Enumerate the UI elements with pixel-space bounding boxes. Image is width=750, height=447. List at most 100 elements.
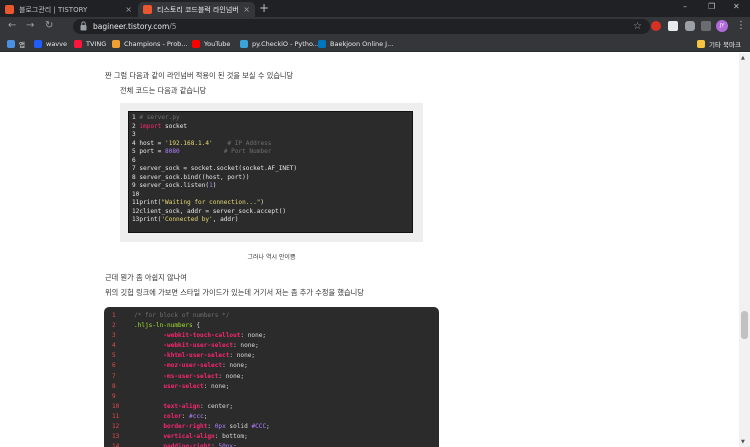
code-token: # Port Number	[223, 148, 272, 155]
code-line: 4 host = '192.168.1.4' # IP Address	[132, 140, 412, 149]
back-icon[interactable]: ←	[8, 19, 16, 33]
bookmark-baekjoon[interactable]: Baekjoon Online J...	[318, 39, 393, 49]
code-line: 3 -webkit-touch-callout: none;	[112, 331, 439, 341]
scrollbar-thumb[interactable]	[741, 311, 748, 339]
code-line: 8 server_sock.bind((host, port))	[132, 174, 412, 183]
forward-icon[interactable]: →	[26, 19, 34, 33]
code-text: /* for block of numbers */	[134, 311, 439, 321]
code-line: 6 -moz-user-select: none;	[112, 361, 439, 371]
extension-gray-icon[interactable]	[701, 21, 711, 31]
line-number: 9	[112, 392, 116, 400]
line-number: 14	[112, 443, 120, 447]
reload-icon[interactable]: ↻	[45, 19, 53, 33]
profile-avatar[interactable]: JY	[716, 20, 728, 32]
bookmark-tving[interactable]: TVING	[74, 39, 106, 49]
code-token: socket	[161, 122, 188, 130]
paragraph: 짠 그럼 다음과 같이 라인넘버 적용이 된 것을 보실 수 있습니당	[105, 71, 294, 80]
css-code-block: 1 /* for block of numbers */ 2 .hljs-ln-num…	[104, 307, 439, 447]
bookmark-champions[interactable]: Champions - Prob...	[112, 39, 188, 49]
tab-strip: 블로그관리 | TISTORY × 티스토리 코드블럭 라인넘버 적용 × + …	[0, 0, 750, 17]
extension-white-icon[interactable]	[668, 21, 678, 31]
bookmark-label: Champions - Prob...	[124, 40, 188, 48]
code-token: , addr)	[212, 216, 239, 223]
code-token: # server.py	[139, 114, 180, 121]
code-token: :	[207, 423, 215, 431]
code-token: solid	[225, 423, 252, 431]
line-number: 2	[132, 122, 136, 130]
bookmark-checkio[interactable]: py.CheckiO - Pytho...	[240, 39, 319, 49]
bookmark-apps[interactable]: 앱	[7, 39, 25, 49]
bookmark-label: 앱	[19, 41, 25, 49]
code-token: color	[163, 412, 182, 420]
line-number: 6	[132, 156, 136, 164]
tistory-favicon-icon	[5, 5, 14, 14]
code-token: import	[139, 122, 162, 130]
code-text: text-align: center;	[134, 402, 439, 412]
code-line: 14 padding-right: 50px;	[112, 442, 439, 447]
close-window-icon[interactable]: ✕	[733, 2, 740, 11]
new-tab-icon[interactable]: +	[259, 2, 269, 15]
line-number: 3	[112, 332, 116, 340]
code-token: -ms-user-select	[163, 372, 219, 380]
bookmark-wavve[interactable]: wavve	[34, 39, 67, 49]
page-scrollbar[interactable]: ▲ ▼	[739, 53, 750, 447]
scroll-up-icon[interactable]: ▲	[741, 55, 745, 61]
bookmark-other-folder[interactable]: 기타 북마크	[697, 39, 741, 49]
code-token: #CCC	[251, 423, 267, 431]
tab-close-icon[interactable]: ×	[125, 5, 132, 14]
tab-line-number-post[interactable]: 티스토리 코드블럭 라인넘버 적용 ×	[138, 2, 255, 17]
code-token: : bottom;	[214, 433, 248, 441]
tab-blog-admin[interactable]: 블로그관리 | TISTORY ×	[0, 2, 137, 17]
lock-icon	[80, 21, 87, 31]
code-line: 5 -khtml-user-select: none;	[112, 351, 439, 361]
line-number: 6	[112, 362, 116, 370]
paragraph: 근데 뭔가 좀 아쉽지 않나여	[105, 273, 187, 282]
code-line: 10	[132, 191, 412, 200]
figure-caption: 그러나 역시 안이쁨	[247, 254, 296, 261]
line-number: 7	[112, 372, 116, 380]
bookmark-youtube[interactable]: YouTube	[192, 39, 230, 49]
code-token: /* for block of numbers */	[134, 312, 230, 319]
minimize-icon[interactable]: –	[683, 2, 687, 11]
code-line: 6	[132, 157, 412, 166]
code-token: print(	[139, 199, 162, 206]
bookmark-star-icon[interactable]: ☆	[633, 20, 642, 33]
line-number: 7	[132, 165, 136, 172]
line-number: 11	[112, 412, 120, 420]
code-token: -webkit-user-select	[163, 342, 234, 350]
maximize-icon[interactable]: ❐	[708, 2, 715, 11]
menu-icon[interactable]: ⋮	[736, 19, 746, 33]
code-text: border-right: 0px solid #CCC;	[134, 422, 439, 432]
code-token: : center;	[200, 402, 234, 410]
scroll-down-icon[interactable]: ▼	[741, 439, 745, 445]
code-line: 1 /* for block of numbers */	[112, 311, 439, 321]
code-token: host =	[139, 139, 166, 147]
youtube-icon	[192, 40, 200, 48]
line-number: 1	[132, 114, 136, 121]
code-token: server_sock = socket.socket(socket.AF_IN…	[139, 165, 298, 172]
code-token: -webkit-touch-callout	[163, 332, 241, 340]
line-number: 12	[112, 423, 120, 431]
code-token: )	[260, 199, 265, 206]
tab-close-icon[interactable]: ×	[243, 5, 250, 14]
extensions-puzzle-icon[interactable]	[685, 21, 695, 31]
code-token: 'Connected by'	[161, 216, 213, 223]
extension-red-icon[interactable]	[651, 21, 661, 31]
code-token: port =	[139, 148, 166, 155]
code-token: -moz-user-select	[163, 362, 223, 370]
code-line: 8 user-select: none;	[112, 382, 439, 392]
code-token: vertical-align	[163, 433, 215, 441]
bookmark-label: Baekjoon Online J...	[330, 40, 394, 48]
address-bar[interactable]: bagineer.tistory.com/5 ☆	[73, 19, 650, 34]
apps-icon	[7, 40, 15, 48]
code-text: user-select: none;	[134, 382, 439, 392]
paragraph: 위의 깃헙 링크에 가보면 스타일 가이드가 있는데 거기서 저는 좀 추가 수…	[105, 288, 364, 297]
code-line: 12client_sock, addr = server_sock.accept…	[132, 208, 412, 217]
